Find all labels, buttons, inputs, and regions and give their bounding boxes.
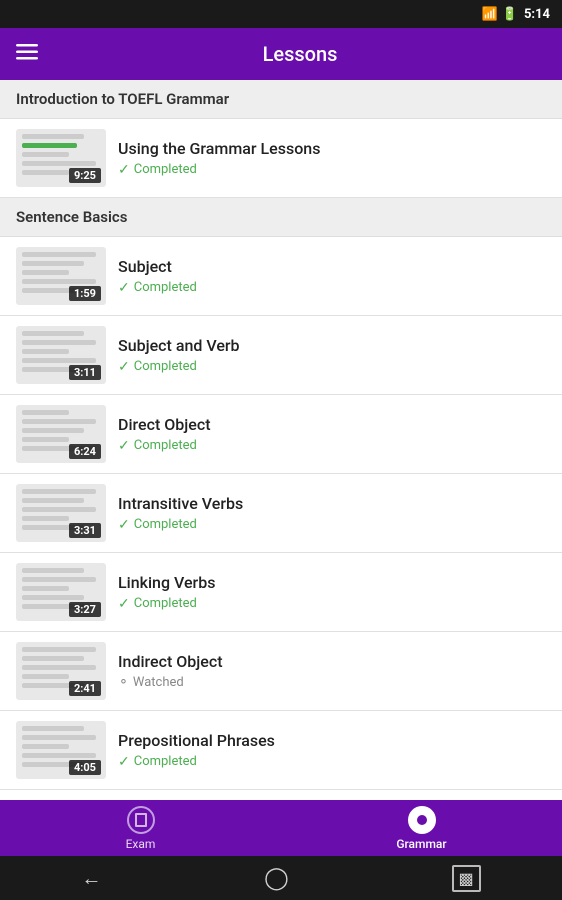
lesson-status: ✓ Completed bbox=[118, 517, 546, 533]
back-button[interactable]: ← bbox=[81, 866, 101, 891]
doc-icon bbox=[135, 813, 147, 827]
lesson-title: Indirect Object bbox=[118, 652, 546, 671]
lesson-status: ✓ Completed bbox=[118, 596, 546, 612]
duration-badge: 2:41 bbox=[69, 681, 101, 696]
check-icon: ✓ bbox=[118, 280, 130, 296]
check-icon: ✓ bbox=[118, 754, 130, 770]
recents-button[interactable]: ▩ bbox=[452, 865, 481, 892]
list-item[interactable]: 6:24 Direct Object ✓ Completed bbox=[0, 395, 562, 474]
wifi-icon: 📶 bbox=[482, 7, 498, 22]
lesson-status: ✓ Completed bbox=[118, 280, 546, 296]
app-title: Lessons bbox=[54, 42, 546, 66]
lesson-title: Direct Object bbox=[118, 415, 546, 434]
list-item[interactable]: 3:11 Subject and Verb ✓ Completed bbox=[0, 316, 562, 395]
lesson-thumbnail: 2:41 bbox=[16, 642, 106, 700]
lesson-info: Prepositional Phrases ✓ Completed bbox=[118, 731, 546, 770]
duration-badge: 1:59 bbox=[69, 286, 101, 301]
exam-tab-label: Exam bbox=[126, 837, 156, 851]
tab-exam[interactable]: Exam bbox=[0, 800, 281, 856]
android-nav-bar: ← ◯ ▩ bbox=[0, 856, 562, 900]
lesson-status: ✓ Completed bbox=[118, 754, 546, 770]
menu-button[interactable] bbox=[16, 43, 38, 65]
status-time: 5:14 bbox=[524, 7, 550, 22]
eye-icon: ⚬ bbox=[118, 675, 129, 690]
duration-badge: 6:24 bbox=[69, 444, 101, 459]
lesson-thumbnail: 9:25 bbox=[16, 129, 106, 187]
duration-badge: 9:25 bbox=[69, 168, 101, 183]
bottom-nav: Exam Grammar bbox=[0, 800, 562, 856]
lesson-thumbnail: 6:24 bbox=[16, 405, 106, 463]
duration-badge: 3:31 bbox=[69, 523, 101, 538]
lesson-status: ✓ Completed bbox=[118, 162, 546, 178]
status-icons: 📶 🔋 bbox=[482, 7, 518, 22]
lesson-info: Direct Object ✓ Completed bbox=[118, 415, 546, 454]
check-icon: ✓ bbox=[118, 438, 130, 454]
lesson-info: Subject ✓ Completed bbox=[118, 257, 546, 296]
list-item[interactable]: 3:27 Linking Verbs ✓ Completed bbox=[0, 553, 562, 632]
lesson-thumbnail: 1:59 bbox=[16, 247, 106, 305]
tab-grammar[interactable]: Grammar bbox=[281, 800, 562, 856]
lesson-status: ✓ Completed bbox=[118, 359, 546, 375]
lesson-title: Intransitive Verbs bbox=[118, 494, 546, 513]
exam-icon bbox=[127, 806, 155, 834]
lesson-title: Linking Verbs bbox=[118, 573, 546, 592]
list-item[interactable]: 3:33 Fragments vs. Sentences ⚬ Watched bbox=[0, 790, 562, 800]
lesson-title: Subject and Verb bbox=[118, 336, 546, 355]
battery-icon: 🔋 bbox=[502, 7, 518, 22]
list-item[interactable]: 2:41 Indirect Object ⚬ Watched bbox=[0, 632, 562, 711]
duration-badge: 3:27 bbox=[69, 602, 101, 617]
check-icon: ✓ bbox=[118, 162, 130, 178]
check-icon: ✓ bbox=[118, 517, 130, 533]
sentence-basics-section-header: Sentence Basics bbox=[0, 198, 562, 237]
lesson-thumbnail: 3:31 bbox=[16, 484, 106, 542]
lesson-info: Using the Grammar Lessons ✓ Completed bbox=[118, 139, 546, 178]
grammar-tab-label: Grammar bbox=[396, 837, 446, 851]
lesson-status: ✓ Completed bbox=[118, 438, 546, 454]
lessons-scroll: Introduction to TOEFL Grammar 9:25 Using… bbox=[0, 80, 562, 800]
lesson-title: Subject bbox=[118, 257, 546, 276]
lesson-title: Using the Grammar Lessons bbox=[118, 139, 546, 158]
duration-badge: 4:05 bbox=[69, 760, 101, 775]
app-bar: Lessons bbox=[0, 28, 562, 80]
list-item[interactable]: 9:25 Using the Grammar Lessons ✓ Complet… bbox=[0, 119, 562, 198]
home-button[interactable]: ◯ bbox=[264, 866, 289, 891]
lesson-info: Linking Verbs ✓ Completed bbox=[118, 573, 546, 612]
lesson-thumbnail: 3:11 bbox=[16, 326, 106, 384]
lesson-title: Prepositional Phrases bbox=[118, 731, 546, 750]
lesson-status: ⚬ Watched bbox=[118, 675, 546, 690]
lesson-thumbnail: 3:27 bbox=[16, 563, 106, 621]
duration-badge: 3:11 bbox=[69, 365, 101, 380]
lesson-info: Intransitive Verbs ✓ Completed bbox=[118, 494, 546, 533]
list-item[interactable]: 1:59 Subject ✓ Completed bbox=[0, 237, 562, 316]
check-icon: ✓ bbox=[118, 596, 130, 612]
check-icon: ✓ bbox=[118, 359, 130, 375]
grammar-icon bbox=[408, 806, 436, 834]
status-bar: 📶 🔋 5:14 bbox=[0, 0, 562, 28]
grammar-icon-inner bbox=[417, 815, 427, 825]
list-item[interactable]: 3:31 Intransitive Verbs ✓ Completed bbox=[0, 474, 562, 553]
intro-section-header: Introduction to TOEFL Grammar bbox=[0, 80, 562, 119]
list-item[interactable]: 4:05 Prepositional Phrases ✓ Completed bbox=[0, 711, 562, 790]
lesson-thumbnail: 4:05 bbox=[16, 721, 106, 779]
lesson-info: Indirect Object ⚬ Watched bbox=[118, 652, 546, 690]
lesson-info: Subject and Verb ✓ Completed bbox=[118, 336, 546, 375]
